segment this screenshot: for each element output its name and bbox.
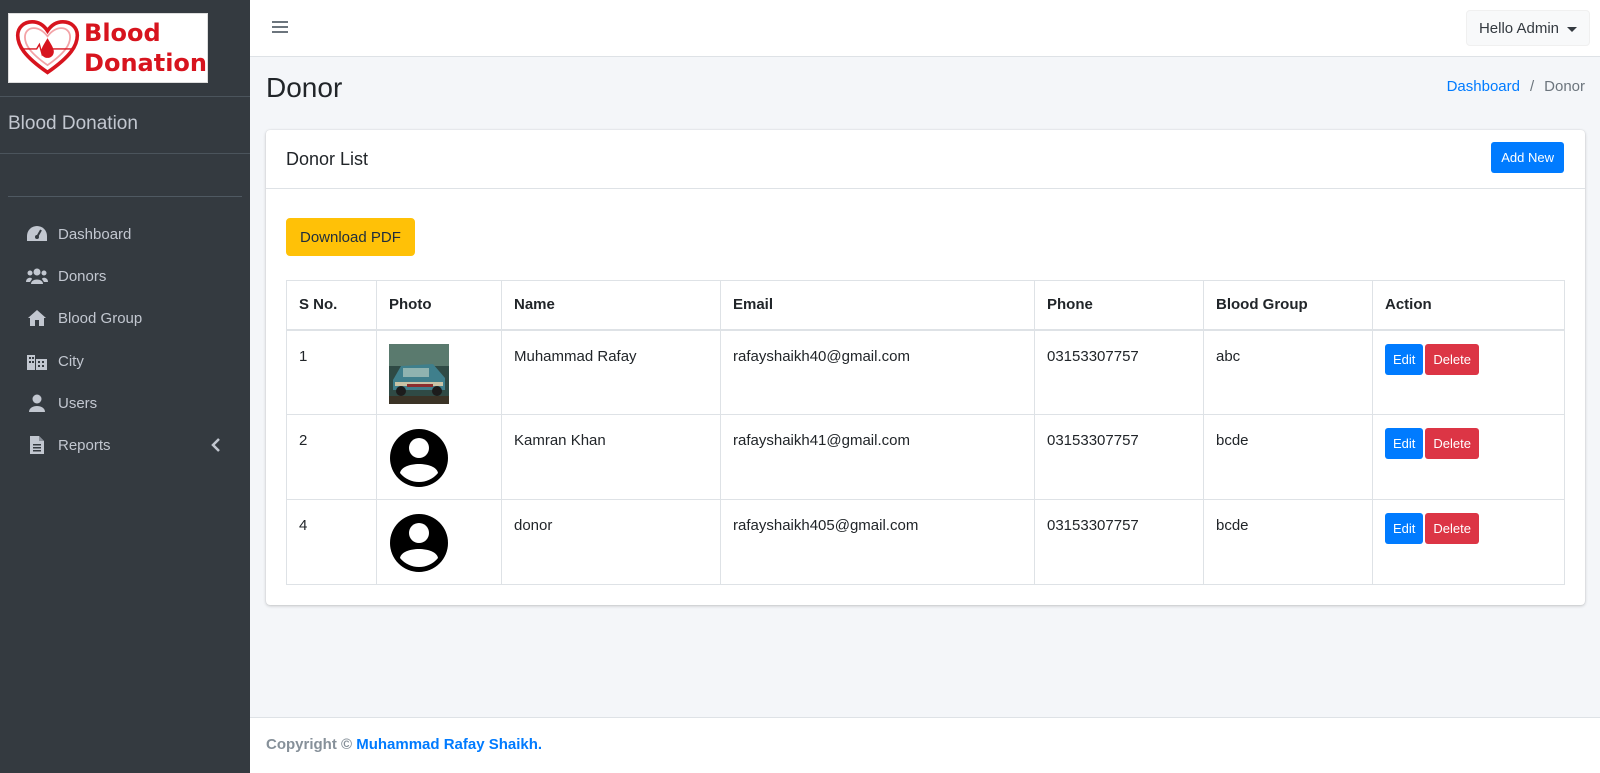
column-header: Name [501, 280, 721, 331]
cell-phone: 03153307757 [1034, 329, 1204, 415]
sidebar-item-label: Blood Group [58, 309, 143, 327]
cell-sno: 2 [286, 414, 377, 500]
sidebar: Blood Donation Blood Donation Dashboard … [0, 0, 250, 773]
column-header: Phone [1034, 280, 1204, 331]
cell-blood-group: bcde [1203, 414, 1373, 500]
sidebar-item-dashboard[interactable]: Dashboard [8, 214, 242, 254]
chevron-left-icon[interactable] [210, 437, 222, 453]
cell-name: donor [501, 499, 721, 585]
cell-email: rafayshaikh40@gmail.com [720, 329, 1035, 415]
edit-button[interactable]: Edit [1385, 343, 1424, 375]
copyright-text: Copyright © [266, 736, 357, 753]
donor-photo [389, 343, 449, 404]
cell-action: Edit Delete [1372, 414, 1565, 500]
footer: Copyright © Muhammad Rafay Shaikh. [250, 717, 1600, 773]
menu-toggle-icon[interactable] [272, 18, 288, 36]
caret-down-icon [1567, 27, 1577, 32]
edit-button[interactable]: Edit [1385, 428, 1424, 459]
column-header: S No. [286, 280, 377, 331]
cell-phone: 03153307757 [1034, 414, 1204, 500]
sidebar-item-label: Reports [58, 436, 111, 454]
home-icon [26, 308, 48, 328]
breadcrumb: Dashboard / Donor [1447, 78, 1585, 95]
sidebar-item-label: Donors [58, 267, 107, 285]
user-menu-dropdown[interactable]: Hello Admin [1465, 10, 1590, 46]
brand-name[interactable]: Blood Donation [8, 113, 138, 135]
cell-photo [376, 414, 502, 500]
logo-text: Blood Donation [80, 18, 207, 78]
table-row: 4 donor rafayshaikh405@gmail.com 0315330… [286, 499, 1565, 585]
donor-list-card: Donor List Add New Download PDF S No. Ph… [266, 130, 1585, 605]
cell-photo [376, 499, 502, 585]
users-icon [26, 266, 48, 286]
card-title: Donor List [286, 149, 369, 169]
sidebar-item-label: Dashboard [58, 225, 132, 243]
sidebar-item-blood-group[interactable]: Blood Group [8, 298, 242, 338]
donor-table: S No. Photo Name Email Phone Blood Group… [286, 280, 1565, 585]
table-header-row: S No. Photo Name Email Phone Blood Group… [286, 280, 1565, 331]
download-pdf-button[interactable]: Download PDF [286, 218, 415, 256]
sidebar-item-city[interactable]: City [8, 341, 242, 381]
cell-name: Muhammad Rafay [501, 329, 721, 415]
page-title: Donor [266, 72, 343, 103]
sidebar-item-donors[interactable]: Donors [8, 256, 242, 296]
logo-line-2: Donation [84, 49, 207, 77]
table-row: 2 Kamran Khan rafayshaikh41@gmail.com 03… [286, 414, 1565, 500]
cell-action: Edit Delete [1372, 329, 1565, 415]
add-new-button[interactable]: Add New [1491, 142, 1564, 173]
delete-button[interactable]: Delete [1425, 428, 1479, 459]
top-navbar: Hello Admin [250, 0, 1600, 57]
sidebar-item-reports[interactable]: Reports [8, 425, 242, 465]
divider [0, 96, 250, 97]
column-header: Action [1372, 280, 1565, 331]
cell-phone: 03153307757 [1034, 499, 1204, 585]
breadcrumb-current: Donor [1544, 78, 1585, 95]
default-avatar-icon [390, 429, 448, 487]
author-link[interactable]: Muhammad Rafay Shaikh. [356, 736, 542, 753]
column-header: Blood Group [1203, 280, 1373, 331]
file-icon [26, 435, 48, 455]
tachometer-icon [26, 224, 48, 244]
default-avatar-icon [390, 514, 448, 572]
delete-button[interactable]: Delete [1425, 513, 1479, 544]
divider [8, 196, 242, 197]
cell-sno: 1 [286, 329, 377, 415]
breadcrumb-dashboard-link[interactable]: Dashboard [1447, 78, 1520, 95]
cell-blood-group: bcde [1203, 499, 1373, 585]
divider [0, 153, 250, 154]
logo[interactable]: Blood Donation [8, 13, 208, 83]
city-icon [26, 351, 48, 371]
sidebar-item-users[interactable]: Users [8, 383, 242, 423]
cell-photo [376, 329, 502, 415]
cell-action: Edit Delete [1372, 499, 1565, 585]
cell-email: rafayshaikh405@gmail.com [720, 499, 1035, 585]
user-icon [26, 393, 48, 413]
card-header: Donor List Add New [266, 130, 1585, 189]
cell-name: Kamran Khan [501, 414, 721, 500]
breadcrumb-separator: / [1529, 78, 1535, 95]
table-row: 1 Muhammad Rafay rafayshaikh40@gmail.com [286, 329, 1565, 415]
sidebar-item-label: Users [58, 394, 98, 412]
cell-sno: 4 [286, 499, 377, 585]
logo-line-1: Blood [84, 19, 161, 47]
heart-logo-icon [15, 20, 80, 75]
column-header: Photo [376, 280, 502, 331]
sidebar-item-label: City [58, 352, 84, 370]
edit-button[interactable]: Edit [1385, 513, 1424, 544]
user-menu-label: Hello Admin [1478, 19, 1559, 37]
delete-button[interactable]: Delete [1425, 343, 1479, 375]
cell-email: rafayshaikh41@gmail.com [720, 414, 1035, 500]
column-header: Email [720, 280, 1035, 331]
cell-blood-group: abc [1203, 329, 1373, 415]
